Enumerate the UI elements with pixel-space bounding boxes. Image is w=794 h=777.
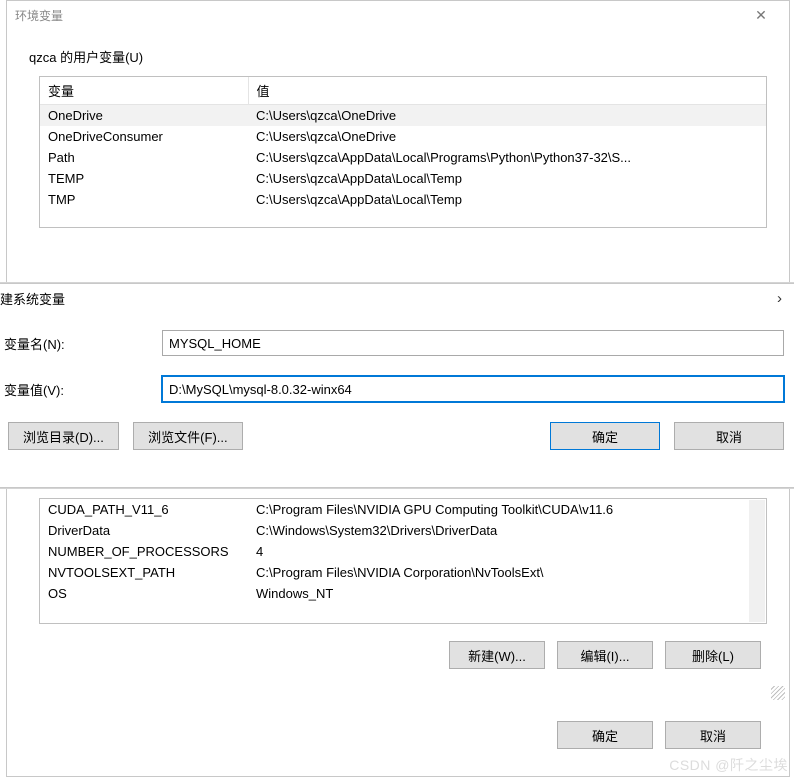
ok-button[interactable]: 确定: [550, 422, 660, 450]
dialog-confirm-buttons: 确定 取消: [557, 721, 761, 749]
delete-button[interactable]: 删除(L): [665, 641, 761, 669]
table-row[interactable]: NVTOOLSEXT_PATHC:\Program Files\NVIDIA C…: [40, 562, 766, 583]
table-row[interactable]: PathC:\Users\qzca\AppData\Local\Programs…: [40, 147, 766, 168]
table-row[interactable]: CUDA_PATH_V11_6C:\Program Files\NVIDIA G…: [40, 499, 766, 520]
table-row[interactable]: TMPC:\Users\qzca\AppData\Local\Temp: [40, 189, 766, 210]
var-value-cell: Windows_NT: [248, 583, 766, 604]
var-name-cell: CUDA_PATH_V11_6: [40, 499, 248, 520]
var-name-cell: OS: [40, 583, 248, 604]
table-row[interactable]: OSWindows_NT: [40, 583, 766, 604]
var-value-cell: C:\Program Files\NVIDIA GPU Computing To…: [248, 499, 766, 520]
ok-button[interactable]: 确定: [557, 721, 653, 749]
variable-name-input[interactable]: [162, 330, 784, 356]
var-value-cell: C:\Program Files\NVIDIA Corporation\NvTo…: [248, 562, 766, 583]
system-variables-buttons: 新建(W)... 编辑(I)... 删除(L): [449, 641, 761, 669]
var-value-cell: C:\Users\qzca\OneDrive: [248, 126, 766, 147]
var-name-cell: Path: [40, 147, 248, 168]
system-variables-table[interactable]: CUDA_PATH_V11_6C:\Program Files\NVIDIA G…: [39, 498, 767, 624]
user-variables-label: qzca 的用户变量(U): [7, 29, 789, 72]
var-name-cell: TEMP: [40, 168, 248, 189]
cancel-button[interactable]: 取消: [674, 422, 784, 450]
window-title: 环境变量: [15, 7, 63, 24]
var-value-cell: C:\Users\qzca\AppData\Local\Programs\Pyt…: [248, 147, 766, 168]
watermark: CSDN @阡之尘埃: [669, 755, 788, 775]
dialog-title: 建系统变量: [0, 289, 65, 308]
dialog-titlebar: 建系统变量 ›: [0, 284, 794, 312]
resize-grip-icon[interactable]: [771, 686, 785, 700]
var-name-cell: OneDrive: [40, 105, 248, 127]
var-name-cell: NVTOOLSEXT_PATH: [40, 562, 248, 583]
var-name-cell: DriverData: [40, 520, 248, 541]
table-row[interactable]: TEMPC:\Users\qzca\AppData\Local\Temp: [40, 168, 766, 189]
var-name-cell: NUMBER_OF_PROCESSORS: [40, 541, 248, 562]
edit-button[interactable]: 编辑(I)...: [557, 641, 653, 669]
close-icon[interactable]: ✕: [741, 7, 781, 24]
col-header-name[interactable]: 变量: [40, 77, 248, 105]
browse-directory-button[interactable]: 浏览目录(D)...: [8, 422, 119, 450]
var-name-cell: OneDriveConsumer: [40, 126, 248, 147]
variable-value-input[interactable]: [162, 376, 784, 402]
var-value-cell: C:\Users\qzca\OneDrive: [248, 105, 766, 127]
var-value-cell: C:\Users\qzca\AppData\Local\Temp: [248, 189, 766, 210]
table-row[interactable]: NUMBER_OF_PROCESSORS4: [40, 541, 766, 562]
new-system-variable-dialog: 建系统变量 › 变量名(N): 变量值(V): 浏览目录(D)... 浏览文件(…: [0, 283, 794, 488]
browse-file-button[interactable]: 浏览文件(F)...: [133, 422, 243, 450]
table-row[interactable]: DriverDataC:\Windows\System32\Drivers\Dr…: [40, 520, 766, 541]
variable-value-label: 变量值(V):: [2, 380, 162, 399]
scrollbar-vertical[interactable]: [749, 500, 765, 622]
variable-name-label: 变量名(N):: [2, 334, 162, 353]
user-variables-table[interactable]: 变量 值 OneDriveC:\Users\qzca\OneDriveOneDr…: [39, 76, 767, 228]
var-value-cell: C:\Windows\System32\Drivers\DriverData: [248, 520, 766, 541]
chevron-right-icon[interactable]: ›: [775, 290, 788, 307]
var-name-cell: TMP: [40, 189, 248, 210]
titlebar: 环境变量 ✕: [7, 1, 789, 29]
cancel-button[interactable]: 取消: [665, 721, 761, 749]
var-value-cell: 4: [248, 541, 766, 562]
var-value-cell: C:\Users\qzca\AppData\Local\Temp: [248, 168, 766, 189]
new-button[interactable]: 新建(W)...: [449, 641, 545, 669]
table-row[interactable]: OneDriveConsumerC:\Users\qzca\OneDrive: [40, 126, 766, 147]
table-row[interactable]: OneDriveC:\Users\qzca\OneDrive: [40, 105, 766, 127]
col-header-value[interactable]: 值: [248, 77, 766, 105]
